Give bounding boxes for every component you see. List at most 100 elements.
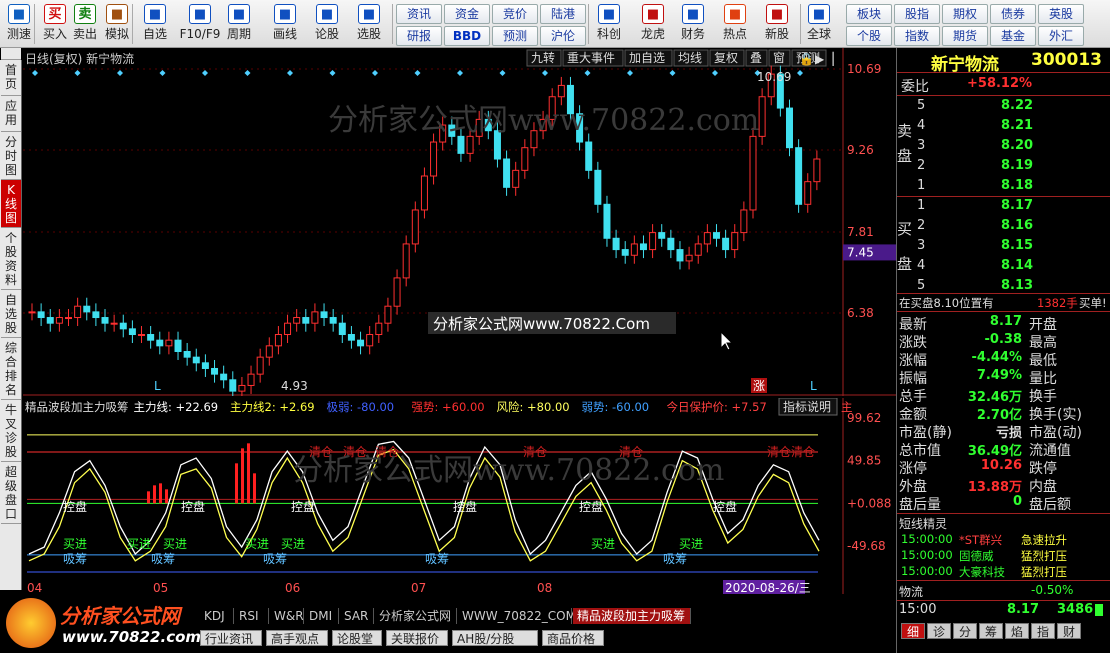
info-tabs: 行业资讯 高手观点 论股堂 关联报价 AH股/分股 商品价格 — [200, 628, 900, 650]
left-tab[interactable]: 综合排名 — [1, 338, 21, 400]
toolbar-discuss-button[interactable]: ■ 论股 — [310, 2, 344, 46]
quick-button[interactable]: BBD — [444, 26, 490, 46]
quote-label-right: 内盘 — [1029, 479, 1057, 495]
quick-button[interactable]: 沪伦 — [540, 26, 586, 46]
left-tab[interactable]: 超级盘口 — [1, 462, 21, 524]
info-tab[interactable]: 高手观点 — [266, 630, 328, 646]
quote-tab[interactable]: 指 — [1031, 623, 1055, 639]
info-tab[interactable]: 论股堂 — [332, 630, 382, 646]
indicator-tab[interactable]: W&R — [270, 608, 304, 624]
quick-button[interactable]: 陆港 — [540, 4, 586, 24]
toolbar-dragon-button[interactable]: ■ 龙虎 — [636, 2, 670, 46]
indicator-tab[interactable]: SAR — [340, 608, 374, 624]
quick-button[interactable]: 资讯 — [396, 4, 442, 24]
quote-label: 涨停 — [899, 461, 927, 477]
toolbar-pe-button[interactable]: ■ 财务 — [676, 2, 710, 46]
quick-button[interactable]: 基金 — [990, 26, 1036, 46]
watermark: 分析家公式网www.70822.com — [328, 103, 759, 138]
toolbar-chart-button[interactable]: ■ 科创 — [592, 2, 626, 46]
toolbar-sell-button[interactable]: 卖卖出 — [68, 2, 102, 46]
quote-tab[interactable]: 财 — [1057, 623, 1081, 639]
left-tab[interactable]: 个股资料 — [1, 228, 21, 290]
quote-tab[interactable]: 筹 — [979, 623, 1003, 639]
candle-body — [804, 181, 812, 205]
speed-icon: ■ — [8, 4, 30, 24]
bid-level: 2 — [917, 218, 926, 233]
quick-button[interactable]: 债券 — [990, 4, 1036, 24]
indicator-tab[interactable]: DMI — [305, 608, 339, 624]
quote-tab[interactable]: 焰 — [1005, 623, 1029, 639]
quick-button[interactable]: 股指 — [894, 4, 940, 24]
date-label: 2020-08-26/三 — [725, 581, 811, 594]
indicator-tab[interactable]: 分析家公式网 — [375, 608, 457, 624]
info-tab[interactable]: 关联报价 — [386, 630, 448, 646]
left-tab-top[interactable] — [1, 48, 21, 60]
toolbar-globe-button[interactable]: ■ 全球 — [802, 2, 836, 46]
quote-tab[interactable]: 分 — [953, 623, 977, 639]
quote-tab[interactable]: 细 — [901, 623, 925, 639]
info-tab[interactable]: 行业资讯 — [200, 630, 262, 646]
quote-value: 7.49% — [976, 368, 1022, 383]
arrow-icon[interactable]: ▶▕ — [815, 51, 834, 66]
info-tab[interactable]: 商品价格 — [542, 630, 604, 646]
toolbar-buy-button[interactable]: 买买入 — [38, 2, 72, 46]
candle-body — [165, 339, 173, 347]
quick-button[interactable]: 期权 — [942, 4, 988, 24]
month-label: 04 — [27, 581, 42, 594]
buy-label: 买进 — [281, 537, 305, 551]
quick-button[interactable]: 英股 — [1038, 4, 1084, 24]
toolbar-select-stock-button[interactable]: ■ 选股 — [352, 2, 386, 46]
globe-icon: ■ — [808, 4, 830, 24]
quick-button[interactable]: 板块 — [846, 4, 892, 24]
buy-note: 在买盘8.10位置有 — [899, 296, 994, 310]
candle-body — [603, 203, 611, 239]
indicator-tab[interactable]: RSI — [235, 608, 269, 624]
candle-body — [676, 249, 684, 262]
toolbar-f10-button[interactable]: ■ F10/F9 — [178, 2, 222, 46]
quick-button[interactable]: 研报 — [396, 26, 442, 46]
quick-button[interactable]: 指数 — [894, 26, 940, 46]
left-tab-char: 超 — [4, 465, 17, 479]
quick-button[interactable]: 外汇 — [1038, 26, 1084, 46]
indicator-tab[interactable]: KDJ — [200, 608, 234, 624]
left-tab[interactable]: 分时图 — [1, 132, 21, 180]
quote-label: 总手 — [899, 389, 927, 405]
candle-body — [284, 322, 292, 336]
bid-level: 5 — [917, 278, 926, 293]
kline-chart[interactable]: 日线(复权) 新宁物流 九转 重大事件 加自选 均线 复权叠窗预测🔒 ▶▕10.699.26… — [23, 48, 896, 396]
left-tab[interactable]: 应用 — [1, 96, 21, 132]
toolbar-star-button[interactable]: ■ 自选 — [138, 2, 172, 46]
quote-label: 涨跌 — [899, 335, 927, 351]
buy-note-tag: 买单! — [1079, 296, 1107, 310]
quote-tab[interactable]: 诊 — [927, 623, 951, 639]
left-tab-char: 股 — [4, 445, 17, 459]
candle-body — [658, 232, 666, 239]
toolbar-clock-button[interactable]: ■ 周期 — [222, 2, 256, 46]
quick-button[interactable]: 预测 — [492, 26, 538, 46]
weibi-value: +58.12% — [967, 76, 1033, 91]
toolbar-pencil-button[interactable]: ■ 画线 — [268, 2, 302, 46]
divider — [897, 95, 1110, 96]
indicator-tab[interactable]: 精品波段加主力吸筹 — [573, 608, 691, 624]
toolbar-new-stock-button[interactable]: ■ 新股 — [760, 2, 794, 46]
lock-icon[interactable]: 🔒 — [799, 52, 814, 66]
left-tab[interactable]: 牛叉诊股 — [1, 400, 21, 462]
quick-button[interactable]: 期货 — [942, 26, 988, 46]
left-tab-char: 资 — [4, 259, 17, 273]
toolbar-hammer-button[interactable]: ■ 模拟 — [100, 2, 134, 46]
quick-button[interactable]: 资金 — [444, 4, 490, 24]
info-tab[interactable]: AH股/分股 — [452, 630, 538, 646]
indicator-chart[interactable]: 精品波段加主力吸筹 主力线: +22.69 主力线2: +2.69 极弱: -80.0… — [23, 398, 896, 594]
buy-label: 买进 — [591, 537, 615, 551]
quick-button[interactable]: 个股 — [846, 26, 892, 46]
control-label: 控盘 — [453, 499, 477, 514]
indicator-tab[interactable]: WWW_70822_COM — [458, 608, 576, 624]
toolbar-label: 卖出 — [72, 27, 97, 41]
quick-button[interactable]: 竞价 — [492, 4, 538, 24]
left-tab[interactable]: 自选股 — [1, 290, 21, 338]
left-tab[interactable]: K线图 — [1, 180, 21, 228]
indicator-value: 主力线2: +2.69 — [230, 400, 315, 414]
toolbar-fire-button[interactable]: ■ 热点 — [718, 2, 752, 46]
toolbar-speed-button[interactable]: ■ 测速 — [2, 2, 36, 46]
left-tab[interactable]: 首页 — [1, 60, 21, 96]
